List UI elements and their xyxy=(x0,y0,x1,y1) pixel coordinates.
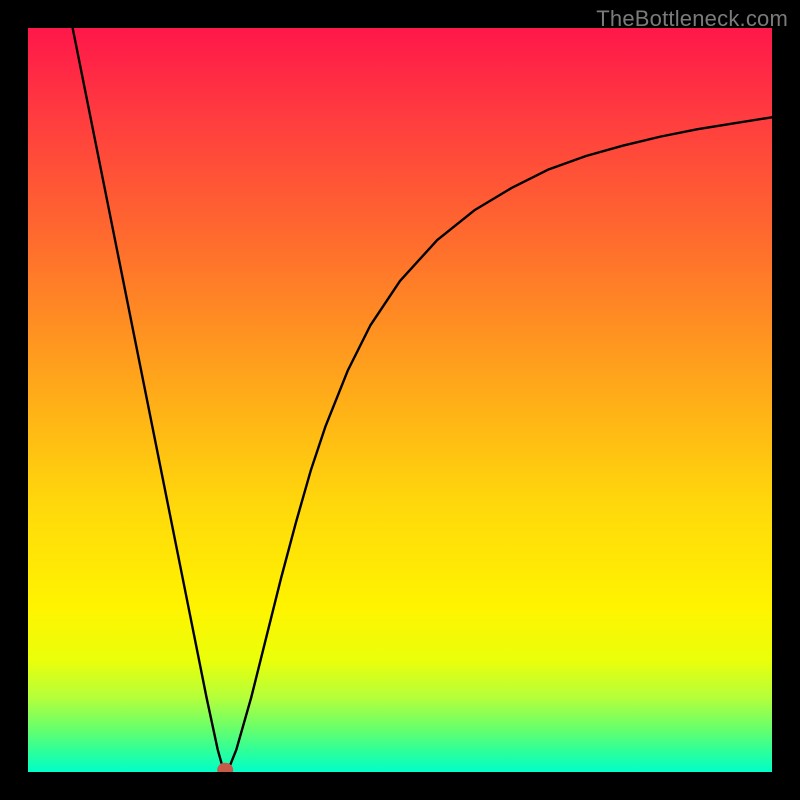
optimum-marker xyxy=(217,763,233,772)
plot-area xyxy=(28,28,772,772)
curve-path xyxy=(73,28,772,768)
chart-frame: TheBottleneck.com xyxy=(0,0,800,800)
bottleneck-curve xyxy=(28,28,772,772)
